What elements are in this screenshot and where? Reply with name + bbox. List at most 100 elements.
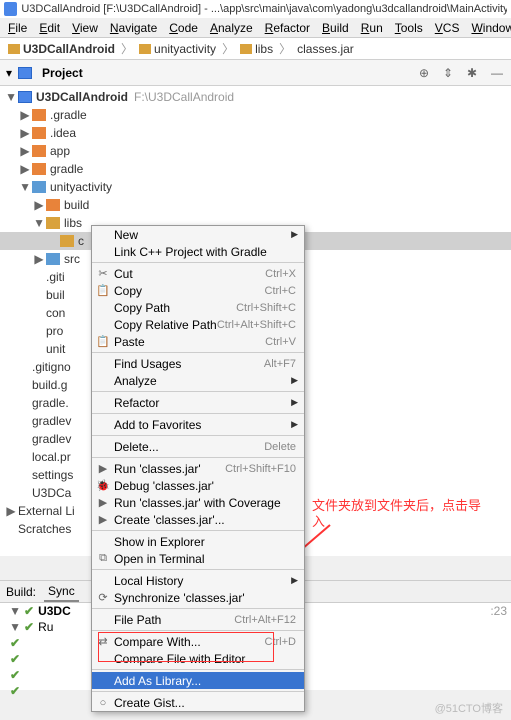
tree-row[interactable]: ▶ .gradle: [0, 106, 511, 124]
project-label[interactable]: Project: [42, 66, 413, 80]
sync-tab[interactable]: Sync: [44, 582, 79, 602]
breadcrumb-item[interactable]: unityactivity: [135, 41, 220, 57]
folder-icon: [32, 127, 46, 139]
arrow-icon[interactable]: ▶: [20, 110, 30, 120]
breadcrumb-root[interactable]: U3DCallAndroid: [4, 41, 119, 57]
menu-item-icon: ⧉: [96, 552, 110, 566]
menu-refactor[interactable]: Refactor: [259, 19, 316, 37]
tree-row[interactable]: ▶app: [0, 142, 511, 160]
hide-icon[interactable]: —: [491, 66, 505, 80]
context-menu-item[interactable]: Local History▶: [92, 572, 304, 589]
breadcrumb-item[interactable]: libs: [236, 41, 277, 57]
chevron-right-icon: ▶: [291, 229, 298, 240]
arrow-down-icon[interactable]: ▼: [6, 92, 16, 102]
menu-analyze[interactable]: Analyze: [204, 19, 259, 37]
context-menu: New▶Link C++ Project with Gradle ✂CutCtrl…: [91, 225, 305, 712]
menu-item-label: Compare With...: [114, 635, 265, 649]
separator: [92, 413, 304, 414]
separator: [92, 352, 304, 353]
arrow-icon[interactable]: ▶: [20, 164, 30, 174]
breadcrumb-item[interactable]: classes.jar: [293, 41, 358, 57]
collapse-icon[interactable]: ⇕: [443, 66, 457, 80]
arrow-icon[interactable]: ▶: [20, 128, 30, 138]
context-menu-item[interactable]: Delete...Delete: [92, 438, 304, 455]
dropdown-icon[interactable]: ▾: [6, 66, 12, 80]
arrow-icon[interactable]: ▶: [34, 254, 44, 264]
tree-label: U3DCallAndroid: [36, 90, 128, 104]
context-menu-item[interactable]: 📋CopyCtrl+C: [92, 282, 304, 299]
arrow-right-icon[interactable]: ▶: [6, 506, 16, 516]
menu-edit[interactable]: Edit: [33, 19, 66, 37]
context-menu-item[interactable]: Compare File with Editor: [92, 650, 304, 667]
context-menu-item[interactable]: Copy Relative PathCtrl+Alt+Shift+C: [92, 316, 304, 333]
folder-icon: [32, 181, 46, 193]
context-menu-item[interactable]: Add to Favorites▶: [92, 416, 304, 433]
tree-row[interactable]: ▶ gradle: [0, 160, 511, 178]
chevron-right-icon: ▶: [291, 419, 298, 430]
context-menu-item[interactable]: Add As Library...: [92, 672, 304, 689]
folder-icon: [8, 44, 20, 54]
tree-row[interactable]: ▶build: [0, 196, 511, 214]
menu-item-label: Copy Path: [114, 301, 236, 315]
context-menu-item[interactable]: Copy PathCtrl+Shift+C: [92, 299, 304, 316]
tree-label: .gradle: [50, 108, 87, 122]
menu-navigate[interactable]: Navigate: [104, 19, 163, 37]
check-icon: ✔: [24, 620, 34, 634]
context-menu-item[interactable]: 🐞Debug 'classes.jar': [92, 477, 304, 494]
menu-tools[interactable]: Tools: [389, 19, 429, 37]
context-menu-item[interactable]: ⧉Open in Terminal: [92, 550, 304, 567]
arrow-icon[interactable]: ▼: [20, 182, 30, 192]
context-menu-item[interactable]: Link C++ Project with Gradle: [92, 243, 304, 260]
context-menu-item[interactable]: Find UsagesAlt+F7: [92, 355, 304, 372]
context-menu-item[interactable]: New▶: [92, 226, 304, 243]
menu-item-shortcut: Ctrl+Shift+C: [236, 302, 296, 314]
context-menu-item[interactable]: Refactor▶: [92, 394, 304, 411]
menu-bar: File Edit View Navigate Code Analyze Ref…: [0, 18, 511, 38]
menu-view[interactable]: View: [66, 19, 104, 37]
folder-icon: [32, 109, 46, 121]
tree-root[interactable]: ▼ U3DCallAndroid F:\U3DCallAndroid: [0, 88, 511, 106]
chevron-right-icon: ▶: [291, 375, 298, 386]
context-menu-item[interactable]: File PathCtrl+Alt+F12: [92, 611, 304, 628]
menu-item-label: Compare File with Editor: [114, 652, 296, 666]
context-menu-item[interactable]: Analyze▶: [92, 372, 304, 389]
arrow-icon[interactable]: ▼: [34, 218, 44, 228]
menu-file[interactable]: File: [2, 19, 33, 37]
menu-build[interactable]: Build: [316, 19, 355, 37]
folder-icon: [46, 199, 60, 211]
folder-icon: [46, 217, 60, 229]
app-icon: [4, 2, 17, 16]
context-menu-item[interactable]: ○Create Gist...: [92, 694, 304, 711]
context-menu-item[interactable]: ▶Create 'classes.jar'...: [92, 511, 304, 528]
check-icon: ✔: [24, 604, 34, 618]
check-icon: ✔: [10, 684, 20, 698]
target-icon[interactable]: ⊕: [419, 66, 433, 80]
context-menu-item[interactable]: ✂CutCtrl+X: [92, 265, 304, 282]
tree-path: F:\U3DCallAndroid: [134, 90, 234, 104]
arrow-icon[interactable]: ▶: [34, 200, 44, 210]
menu-vcs[interactable]: VCS: [429, 19, 466, 37]
menu-item-label: Find Usages: [114, 357, 264, 371]
tree-row[interactable]: ▼unityactivity: [0, 178, 511, 196]
tree-label: libs: [64, 216, 82, 230]
gear-icon[interactable]: ✱: [467, 66, 481, 80]
menu-run[interactable]: Run: [355, 19, 389, 37]
tree-label: gradle: [50, 162, 83, 176]
context-menu-item[interactable]: ⟳Synchronize 'classes.jar': [92, 589, 304, 606]
separator: [92, 391, 304, 392]
menu-window[interactable]: Window: [465, 19, 511, 37]
build-time: :23: [490, 604, 511, 618]
menu-item-shortcut: Ctrl+Alt+F12: [234, 614, 296, 626]
context-menu-item[interactable]: 📋PasteCtrl+V: [92, 333, 304, 350]
arrow-icon[interactable]: ▶: [20, 146, 30, 156]
menu-item-shortcut: Ctrl+C: [265, 285, 296, 297]
context-menu-item[interactable]: Show in Explorer: [92, 533, 304, 550]
context-menu-item[interactable]: ▶Run 'classes.jar'Ctrl+Shift+F10: [92, 460, 304, 477]
context-menu-item[interactable]: ▶Run 'classes.jar' with Coverage: [92, 494, 304, 511]
menu-code[interactable]: Code: [163, 19, 204, 37]
tree-row[interactable]: ▶.idea: [0, 124, 511, 142]
folder-icon: [240, 44, 252, 54]
menu-item-label: Show in Explorer: [114, 535, 296, 549]
menu-item-icon: 📋: [96, 284, 110, 298]
context-menu-item[interactable]: ⇄Compare With...Ctrl+D: [92, 633, 304, 650]
